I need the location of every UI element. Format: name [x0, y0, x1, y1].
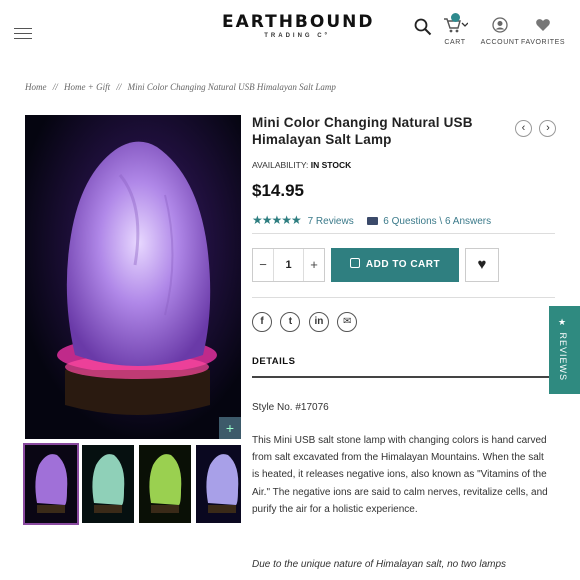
breadcrumb: Home // Home + Gift // Mini Color Changi…: [25, 82, 340, 92]
account-button[interactable]: ACCOUNT: [480, 16, 520, 46]
logo[interactable]: EARTHBOUND TRADING Cº: [222, 12, 372, 39]
thumbnail-white[interactable]: [82, 445, 134, 523]
thumbnail-lavender[interactable]: [196, 445, 241, 523]
thumbnail-white-image: [82, 445, 134, 523]
breadcrumb-home[interactable]: Home: [25, 82, 47, 92]
add-to-wishlist-button[interactable]: ♥: [465, 248, 499, 282]
favorites-label: FAVORITES: [521, 39, 566, 46]
product-description: This Mini USB salt stone lamp with chang…: [252, 435, 548, 515]
availability: AVAILABILITY: IN STOCK: [252, 160, 351, 170]
quantity-stepper: − 1 +: [252, 248, 325, 282]
style-number: Style No. #17076: [252, 402, 329, 413]
tab-underline: [252, 376, 549, 378]
qty-minus-button[interactable]: −: [253, 249, 273, 281]
questions-link[interactable]: 6 Questions \ 6 Answers: [383, 216, 491, 227]
thumbnail-purple-image: [25, 445, 77, 523]
reviews-side-label: ★ REVIEWS: [558, 318, 568, 382]
divider: [252, 233, 555, 234]
heart-icon: [536, 19, 550, 31]
favorites-button[interactable]: FAVORITES: [521, 16, 565, 46]
linkedin-icon[interactable]: in: [308, 312, 329, 332]
product-price: $14.95: [252, 181, 304, 200]
qty-input[interactable]: 1: [273, 249, 304, 281]
search-icon[interactable]: [414, 18, 432, 36]
star-rating-icon: ★★★★★: [252, 213, 302, 227]
bag-icon: [349, 258, 360, 268]
breadcrumb-home-gift[interactable]: Home + Gift: [64, 82, 110, 92]
account-icon: [492, 17, 508, 33]
reviews-link[interactable]: 7 Reviews: [308, 216, 354, 227]
prev-product-button[interactable]: ‹: [515, 120, 532, 137]
tab-details[interactable]: DETAILS: [252, 356, 295, 367]
twitter-icon[interactable]: t: [280, 312, 301, 332]
email-icon[interactable]: ✉: [337, 312, 358, 332]
facebook-icon[interactable]: f: [252, 312, 272, 332]
availability-value: IN STOCK: [310, 160, 352, 170]
breadcrumb-separator: //: [116, 82, 122, 92]
cart-label: CART: [444, 39, 466, 46]
questions-icon: [366, 217, 378, 226]
account-label: ACCOUNT: [480, 39, 520, 46]
thumbnail-green[interactable]: [139, 445, 191, 523]
qty-plus-button[interactable]: +: [304, 249, 324, 281]
zoom-button[interactable]: +: [219, 417, 241, 439]
breadcrumb-separator: //: [52, 82, 58, 92]
salt-lamp-image: [25, 115, 241, 439]
add-to-cart-button[interactable]: ADD TO CART: [331, 248, 459, 282]
reviews-side-tab[interactable]: ★ REVIEWS: [549, 306, 580, 394]
rating-row: ★★★★★ 7 Reviews 6 Questions \ 6 Answers: [252, 213, 491, 227]
product-nav: ‹ ›: [515, 118, 559, 137]
cart-button[interactable]: CART: [438, 13, 472, 46]
next-product-button[interactable]: ›: [539, 120, 557, 137]
product-main-image[interactable]: +: [25, 115, 241, 439]
divider: [252, 297, 555, 298]
menu-icon[interactable]: [14, 28, 32, 40]
add-to-cart-label: ADD TO CART: [365, 259, 441, 270]
thumbnail-lavender-image: [196, 445, 241, 523]
thumbnail-green-image: [139, 445, 191, 523]
thumbnail-purple[interactable]: [23, 443, 79, 525]
cart-count-badge: [451, 13, 460, 22]
product-note: Due to the unique nature of Himalayan sa…: [252, 559, 507, 570]
product-title: Mini Color Changing Natural USB Himalaya…: [252, 115, 473, 147]
breadcrumb-current: Mini Color Changing Natural USB Himalaya…: [127, 82, 336, 92]
share-buttons: f t in ✉: [252, 311, 361, 332]
availability-label: AVAILABILITY:: [252, 160, 309, 170]
